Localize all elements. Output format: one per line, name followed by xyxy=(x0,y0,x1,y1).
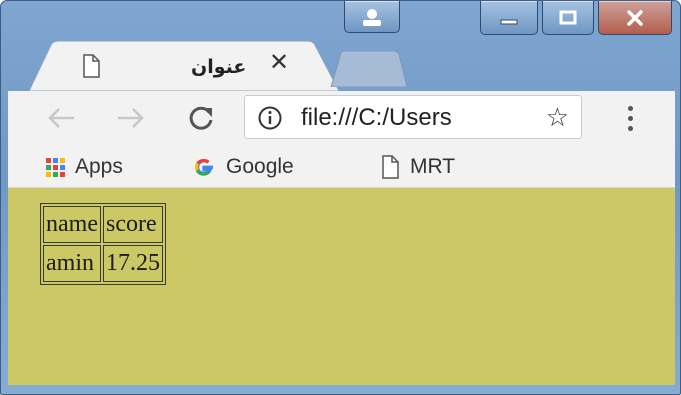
minimize-icon xyxy=(500,19,518,24)
caption-buttons xyxy=(480,1,672,37)
close-window-button[interactable] xyxy=(598,1,672,35)
forward-button[interactable] xyxy=(114,101,148,135)
tab-active[interactable]: ✕ عنوان xyxy=(29,41,339,91)
bookmarks-bar: Apps Google MRT xyxy=(8,146,675,188)
bookmark-label: Google xyxy=(226,155,294,178)
info-circle-icon[interactable] xyxy=(257,105,283,131)
star-icon[interactable]: ☆ xyxy=(546,102,569,132)
tab-close-icon[interactable]: ✕ xyxy=(269,51,289,75)
browser-toolbar: file:///C:/Users ☆ xyxy=(8,91,675,146)
table-cell: name xyxy=(43,206,101,243)
maximize-button[interactable] xyxy=(542,1,594,35)
page-viewport: name score amin 17.25 xyxy=(8,188,675,385)
address-bar[interactable]: file:///C:/Users ☆ xyxy=(244,95,582,139)
arrow-right-icon xyxy=(118,108,144,128)
arrow-left-icon xyxy=(48,108,74,128)
close-icon xyxy=(627,9,643,26)
bookmark-label: MRT xyxy=(410,155,456,178)
new-tab-button[interactable] xyxy=(327,51,409,87)
google-g-icon xyxy=(194,158,213,176)
bookmark-label: Apps xyxy=(75,155,123,178)
apps-grid-icon xyxy=(46,157,65,177)
browser-window-frame: ✕ عنوان file:///C:/Users ☆ Apps Google M… xyxy=(0,0,681,395)
back-button[interactable] xyxy=(44,101,78,135)
table-row: name score xyxy=(43,206,163,243)
table-cell: amin xyxy=(43,245,101,282)
table-cell: 17.25 xyxy=(102,245,163,282)
tab-title: عنوان xyxy=(191,56,247,78)
bookmark-google[interactable]: Google xyxy=(192,152,294,182)
menu-button[interactable] xyxy=(618,101,642,135)
minimize-button[interactable] xyxy=(480,1,538,35)
three-dots-vertical-icon xyxy=(627,105,633,111)
reload-icon xyxy=(189,106,213,130)
document-icon xyxy=(382,155,399,179)
table-row: amin 17.25 xyxy=(43,245,163,282)
document-icon xyxy=(83,54,100,78)
bookmark-mrt[interactable]: MRT xyxy=(380,152,455,182)
maximize-icon xyxy=(559,10,577,24)
profile-button[interactable] xyxy=(344,1,400,33)
tab-shape xyxy=(29,41,339,91)
reload-button[interactable] xyxy=(184,101,218,135)
url-text[interactable]: file:///C:/Users xyxy=(301,104,527,132)
bookmark-apps[interactable]: Apps xyxy=(46,152,123,182)
table-cell: score xyxy=(102,206,163,243)
data-table: name score amin 17.25 xyxy=(40,203,166,285)
user-icon xyxy=(363,8,381,26)
